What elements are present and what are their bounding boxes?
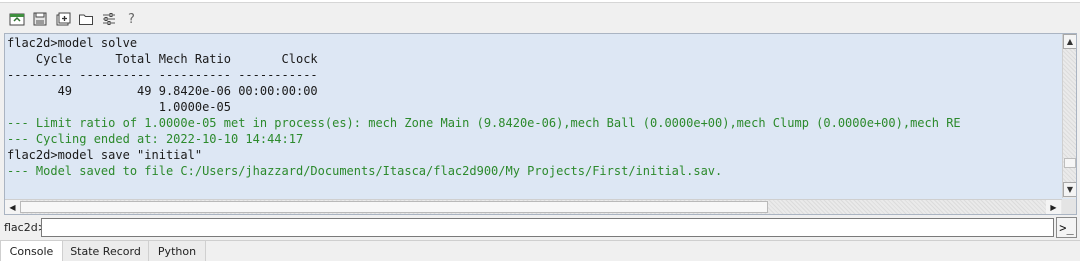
folder-icon — [78, 14, 93, 25]
console-line: --- Model saved to file C:/Users/jhazzar… — [7, 164, 723, 178]
vertical-scrollbar[interactable]: ▲ ▼ — [1062, 34, 1076, 198]
horizontal-scroll-track[interactable] — [20, 200, 1046, 214]
save-button[interactable] — [29, 9, 50, 29]
window-top-edge — [0, 0, 1080, 3]
scroll-up-arrow-icon[interactable]: ▲ — [1063, 34, 1076, 49]
settings-button[interactable] — [98, 9, 119, 29]
help-button[interactable]: ? — [121, 9, 142, 29]
open-project-button[interactable] — [6, 9, 27, 29]
settings-sliders-icon — [102, 13, 115, 25]
save-icon — [33, 12, 46, 26]
open-project-icon — [9, 13, 24, 26]
console-line: --------- ---------- ---------- --------… — [7, 68, 318, 82]
console-line: 1.0000e-05 — [7, 100, 231, 114]
console-line: flac2d>model solve — [7, 36, 138, 50]
scroll-left-arrow-icon[interactable]: ◀ — [5, 200, 20, 214]
tab-state-record[interactable]: State Record — [63, 241, 149, 261]
run-command-button[interactable]: >_ — [1056, 217, 1077, 238]
open-folder-button[interactable] — [75, 9, 96, 29]
console-line: Cycle Total Mech Ratio Clock — [7, 52, 318, 66]
console-output-panel[interactable]: flac2d>model solve Cycle Total Mech Rati… — [4, 33, 1077, 215]
console-line: --- Limit ratio of 1.0000e-05 met in pro… — [7, 116, 961, 130]
help-icon: ? — [128, 11, 135, 27]
horizontal-scroll-thumb[interactable] — [20, 201, 768, 213]
console-toolbar: ? — [0, 6, 1080, 32]
console-line: flac2d>model save "initial" — [7, 148, 203, 162]
command-input[interactable] — [41, 218, 1054, 237]
console-output-text[interactable]: flac2d>model solve Cycle Total Mech Rati… — [7, 35, 1059, 199]
new-item-icon — [56, 12, 70, 26]
scroll-down-arrow-icon[interactable]: ▼ — [1063, 182, 1076, 197]
tab-python[interactable]: Python — [149, 241, 206, 261]
console-line: --- Cycling ended at: 2022-10-10 14:44:1… — [7, 132, 304, 146]
command-input-row: flac2d> >_ — [0, 217, 1080, 239]
vertical-scroll-thumb[interactable] — [1064, 158, 1076, 168]
console-line: 49 49 9.8420e-06 00:00:00:00 — [7, 84, 318, 98]
scrollbar-corner — [1062, 199, 1076, 214]
tab-console[interactable]: Console — [0, 241, 63, 261]
horizontal-scrollbar[interactable]: ◀ ▶ — [5, 199, 1062, 214]
new-item-button[interactable] — [52, 9, 73, 29]
console-tab-bar: Console State Record Python — [0, 240, 1080, 261]
scroll-right-arrow-icon[interactable]: ▶ — [1046, 200, 1061, 214]
